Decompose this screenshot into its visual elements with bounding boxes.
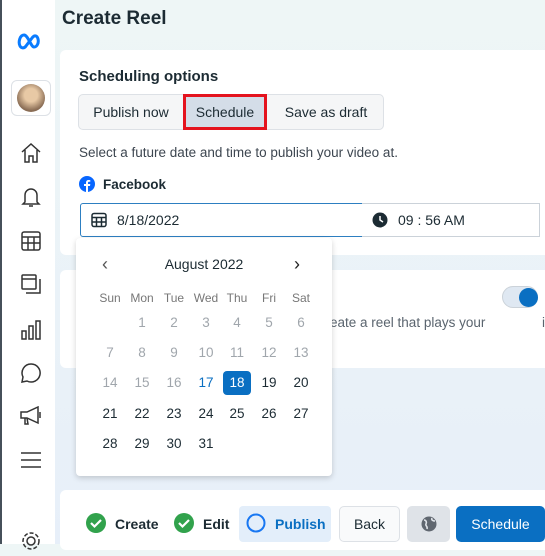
megaphone-icon[interactable]: [16, 401, 46, 431]
calendar-day: 10: [198, 345, 214, 361]
weekday-label: Thu: [226, 291, 248, 305]
check-circle-icon: [174, 513, 194, 533]
date-value: 8/18/2022: [117, 212, 180, 228]
calendar-grid-icon[interactable]: [16, 226, 46, 256]
calendar-day[interactable]: 31: [192, 432, 220, 456]
calendar-day[interactable]: 20: [287, 371, 315, 395]
avatar[interactable]: [11, 80, 51, 116]
save-as-draft-option[interactable]: Save as draft: [269, 95, 383, 129]
globe-icon: [421, 516, 436, 532]
calendar-icon: [91, 212, 107, 228]
weekday-label: Mon: [130, 291, 154, 305]
calendar-day[interactable]: 27: [287, 402, 315, 426]
facebook-icon: [79, 176, 95, 192]
calendar-day[interactable]: 18: [223, 371, 251, 396]
time-value: 09 : 56 AM: [398, 212, 465, 228]
step-label: Publish: [275, 516, 326, 532]
bell-icon[interactable]: [16, 182, 46, 212]
calendar-day: 2: [170, 315, 178, 330]
calendar-day: 7: [106, 345, 114, 361]
calendar-day[interactable]: 24: [192, 402, 220, 426]
calendar-day: 6: [297, 315, 305, 330]
schedule-description: Select a future date and time to publish…: [79, 145, 398, 160]
time-input[interactable]: 09 : 56 AM: [362, 203, 540, 237]
calendar-day[interactable]: 17: [192, 371, 220, 395]
calendar-day: 8: [138, 345, 146, 361]
calendar-day[interactable]: 22: [128, 402, 156, 426]
calendar-day[interactable]: 28: [96, 432, 124, 456]
weekday-label: Fri: [262, 291, 276, 305]
weekday-label: Wed: [193, 291, 219, 305]
calendar-day[interactable]: 23: [160, 402, 188, 426]
home-icon[interactable]: [16, 138, 46, 168]
weekday-label: Sun: [99, 291, 121, 305]
step-label: Edit: [203, 516, 230, 532]
calendar-day[interactable]: 30: [160, 432, 188, 456]
step-label: Create: [115, 516, 159, 532]
sidebar: [0, 0, 55, 550]
date-input[interactable]: 8/18/2022: [80, 203, 363, 237]
calendar-day[interactable]: 19: [255, 371, 283, 395]
calendar-day[interactable]: 25: [223, 402, 251, 426]
calendar-day: 15: [134, 375, 150, 391]
date-picker-popup: ‹ August 2022 › Sun Mon Tue Wed Thu Fri Sat 1 2 3…: [76, 238, 332, 476]
publish-now-option[interactable]: Publish now: [79, 95, 183, 129]
check-circle-icon: [86, 513, 106, 533]
back-button[interactable]: Back: [339, 506, 400, 542]
calendar-day: 9: [170, 345, 178, 361]
insights-chart-icon[interactable]: [16, 315, 46, 345]
content-stack-icon[interactable]: [16, 269, 46, 299]
calendar-day: 14: [102, 375, 118, 391]
empty-circle-icon: [246, 513, 266, 533]
weekday-label: Sat: [291, 291, 310, 305]
scheduling-segmented-control: Publish now Schedule Save as draft: [78, 94, 384, 130]
platform-label: Facebook: [79, 176, 166, 192]
calendar-day: 5: [265, 315, 273, 330]
calendar-day: 1: [138, 315, 146, 330]
scheduling-title: Scheduling options: [79, 68, 219, 85]
calendar-day: 3: [202, 315, 210, 330]
calendar-day[interactable]: 29: [128, 432, 156, 456]
schedule-button[interactable]: Schedule: [456, 506, 545, 542]
weekday-label: Tue: [163, 291, 185, 305]
platform-name: Facebook: [103, 176, 167, 192]
calendar-day: 13: [293, 345, 309, 361]
calendar-day: 16: [166, 375, 182, 391]
calendar-day: 11: [229, 345, 244, 361]
chat-bubble-icon[interactable]: [16, 358, 46, 388]
clock-icon: [372, 212, 388, 228]
calendar-day: 12: [261, 345, 277, 361]
meta-logo-icon[interactable]: [16, 26, 46, 56]
gear-icon[interactable]: [16, 526, 46, 556]
crosspost-description: eate a reel that plays your: [330, 315, 486, 330]
menu-icon[interactable]: [16, 445, 46, 475]
schedule-option[interactable]: Schedule: [183, 94, 267, 130]
crosspost-toggle[interactable]: [502, 286, 538, 308]
page-title: Create Reel: [62, 8, 167, 29]
calendar-day: 4: [233, 315, 241, 330]
globe-button[interactable]: [407, 506, 450, 542]
next-month-icon[interactable]: ›: [294, 254, 300, 275]
calendar-day[interactable]: 21: [96, 402, 124, 426]
calendar-day[interactable]: 26: [255, 402, 283, 426]
